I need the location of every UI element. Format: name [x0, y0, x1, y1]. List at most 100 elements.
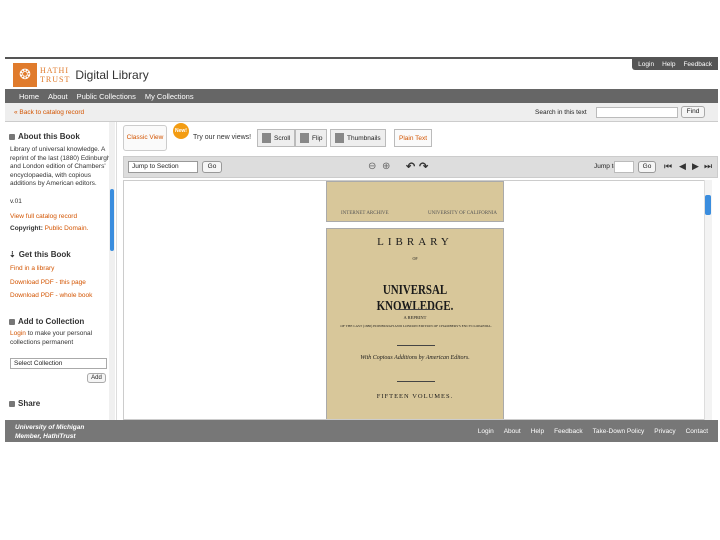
footer-feedback[interactable]: Feedback: [554, 428, 583, 435]
page-rule-3: [397, 381, 435, 382]
get-book-heading: ⇣ Get this Book: [9, 250, 71, 259]
toplink-help[interactable]: Help: [662, 61, 675, 68]
add-collection-heading: Add to Collection: [9, 317, 84, 326]
nav-my-collections[interactable]: My Collections: [145, 92, 194, 101]
search-input[interactable]: [596, 107, 678, 118]
search-label: Search in this text: [535, 109, 587, 116]
get-book-heading-text: Get this Book: [18, 250, 71, 259]
viewer-scroll-thumb[interactable]: [705, 195, 711, 215]
page-volumes: FIFTEEN VOLUMES.: [376, 393, 454, 400]
page-main-title: UNIVERSAL KNOWLEDGE.: [376, 283, 454, 314]
page-reprint-desc: OF THE LAST (1880) EDINBURGH AND LONDON …: [340, 324, 492, 328]
thumbnails-label: Thumbnails: [347, 134, 381, 142]
zoom-in-icon[interactable]: ⊕: [382, 161, 390, 172]
footer-takedown[interactable]: Take-Down Policy: [593, 428, 645, 435]
watermark-internet-archive: INTERNET ARCHIVE: [341, 211, 389, 216]
jump-to-page-input[interactable]: [614, 161, 634, 173]
footer-help[interactable]: Help: [531, 428, 544, 435]
find-button[interactable]: Find: [681, 106, 705, 118]
sidebar-scrollbar[interactable]: [109, 122, 115, 420]
flip-icon: [300, 133, 309, 143]
download-pdf-book-link[interactable]: Download PDF - whole book: [10, 292, 92, 299]
app-frame: ❂ HATHI TRUST Digital Library Login Help…: [5, 57, 718, 442]
top-links: Login Help Feedback: [632, 59, 718, 70]
collection-login-text: Login to make your personal collections …: [10, 330, 114, 347]
footer: University of Michigan Member, HathiTrus…: [5, 420, 718, 442]
collection-login-link[interactable]: Login: [10, 330, 26, 337]
find-in-library-link[interactable]: Find in a library: [10, 265, 54, 272]
next-page-icon[interactable]: ▶: [692, 161, 699, 172]
copyright-label: Copyright:: [10, 225, 43, 232]
try-new-views-text: Try our new views!: [193, 134, 252, 141]
zoom-out-icon[interactable]: ⊖: [368, 161, 376, 172]
watermark-university: UNIVERSITY OF CALIFORNIA: [428, 211, 497, 216]
main-nav: Home About Public Collections My Collect…: [5, 89, 718, 103]
plain-text-button[interactable]: Plain Text: [394, 129, 433, 147]
footer-contact[interactable]: Contact: [686, 428, 708, 435]
footer-links: Login About Help Feedback Take-Down Poli…: [478, 428, 708, 435]
footer-institution: University of Michigan Member, HathiTrus…: [15, 423, 84, 441]
share-heading-text: Share: [18, 399, 41, 408]
sidebar-scroll-thumb[interactable]: [110, 189, 114, 251]
previous-page-icon[interactable]: ◀: [679, 161, 686, 172]
scroll-view-button[interactable]: Scroll: [257, 129, 296, 147]
thumbnails-icon: [335, 133, 344, 143]
footer-about[interactable]: About: [504, 428, 521, 435]
jump-page-go-button[interactable]: Go: [638, 161, 656, 173]
first-page-icon[interactable]: ⏮: [664, 161, 672, 172]
classic-view-button[interactable]: Classic View: [123, 125, 167, 151]
logo-word: HATHI TRUST: [40, 66, 70, 84]
toplink-feedback[interactable]: Feedback: [683, 61, 712, 68]
reader-controls: Jump to Section Go ⊖ ⊕ ↶ ↷ Jump to Go ⏮ …: [123, 156, 718, 178]
page-rule: [397, 309, 435, 310]
page-additions: With Copious Additions by American Edito…: [360, 355, 470, 361]
footer-login[interactable]: Login: [478, 428, 494, 435]
logo-text-2: TRUST: [40, 74, 71, 84]
sidebar: About this Book Library of universal kno…: [5, 122, 117, 420]
select-collection-dropdown[interactable]: Select Collection: [10, 358, 107, 369]
book-volume: v.01: [10, 198, 22, 205]
jump-to-section-dropdown[interactable]: Jump to Section: [128, 161, 198, 173]
download-arrow-icon: ⇣: [9, 250, 16, 259]
nav-public-collections[interactable]: Public Collections: [77, 92, 136, 101]
jump-section-go-button[interactable]: Go: [202, 161, 222, 173]
page-rule-2: [397, 345, 435, 346]
hathitrust-logo[interactable]: ❂ HATHI TRUST Digital Library: [13, 62, 149, 87]
page-title: LIBRARY: [377, 236, 453, 248]
thumbnails-view-button[interactable]: Thumbnails: [330, 129, 386, 147]
sub-bar: « Back to catalog record Search in this …: [5, 103, 718, 122]
logo-text-1: HATHI: [40, 65, 69, 75]
info-icon: [9, 133, 15, 140]
flip-view-button[interactable]: Flip: [295, 129, 328, 147]
rotate-left-icon[interactable]: ↶: [406, 160, 415, 173]
nav-home[interactable]: Home: [19, 92, 39, 101]
copyright-value[interactable]: Public Domain.: [45, 225, 89, 232]
site-title: Digital Library: [75, 67, 149, 82]
book-description: Library of universal knowledge. A reprin…: [10, 146, 111, 187]
view-catalog-record-link[interactable]: View full catalog record: [10, 213, 77, 220]
view-toolbar: Classic View New! Try our new views! Scr…: [123, 123, 718, 153]
page-reprint: A REPRINT: [403, 315, 427, 320]
copyright-line: Copyright: Public Domain.: [10, 225, 114, 234]
about-heading-text: About this Book: [18, 132, 80, 141]
share-icon: [9, 400, 15, 407]
scroll-label: Scroll: [274, 134, 291, 142]
add-to-collection-button[interactable]: Add: [87, 373, 106, 383]
viewer-scrollbar[interactable]: [704, 180, 712, 420]
toplink-login[interactable]: Login: [638, 61, 654, 68]
rotate-right-icon[interactable]: ↷: [419, 160, 428, 173]
back-to-catalog-link[interactable]: « Back to catalog record: [14, 109, 84, 116]
about-heading: About this Book: [9, 132, 80, 141]
last-page-icon[interactable]: ⏭: [704, 161, 712, 172]
previous-page-image: INTERNET ARCHIVE UNIVERSITY OF CALIFORNI…: [326, 181, 504, 222]
page-viewer[interactable]: INTERNET ARCHIVE UNIVERSITY OF CALIFORNI…: [123, 180, 712, 420]
header: ❂ HATHI TRUST Digital Library Login Help…: [5, 59, 718, 89]
book-page-image: LIBRARY OF UNIVERSAL KNOWLEDGE. A REPRIN…: [326, 228, 504, 419]
footer-university: University of Michigan: [15, 424, 85, 431]
collection-icon: [9, 318, 15, 325]
footer-privacy[interactable]: Privacy: [654, 428, 675, 435]
download-pdf-page-link[interactable]: Download PDF - this page: [10, 279, 86, 286]
flip-label: Flip: [312, 134, 323, 142]
share-heading: Share: [9, 399, 40, 408]
nav-about[interactable]: About: [48, 92, 68, 101]
